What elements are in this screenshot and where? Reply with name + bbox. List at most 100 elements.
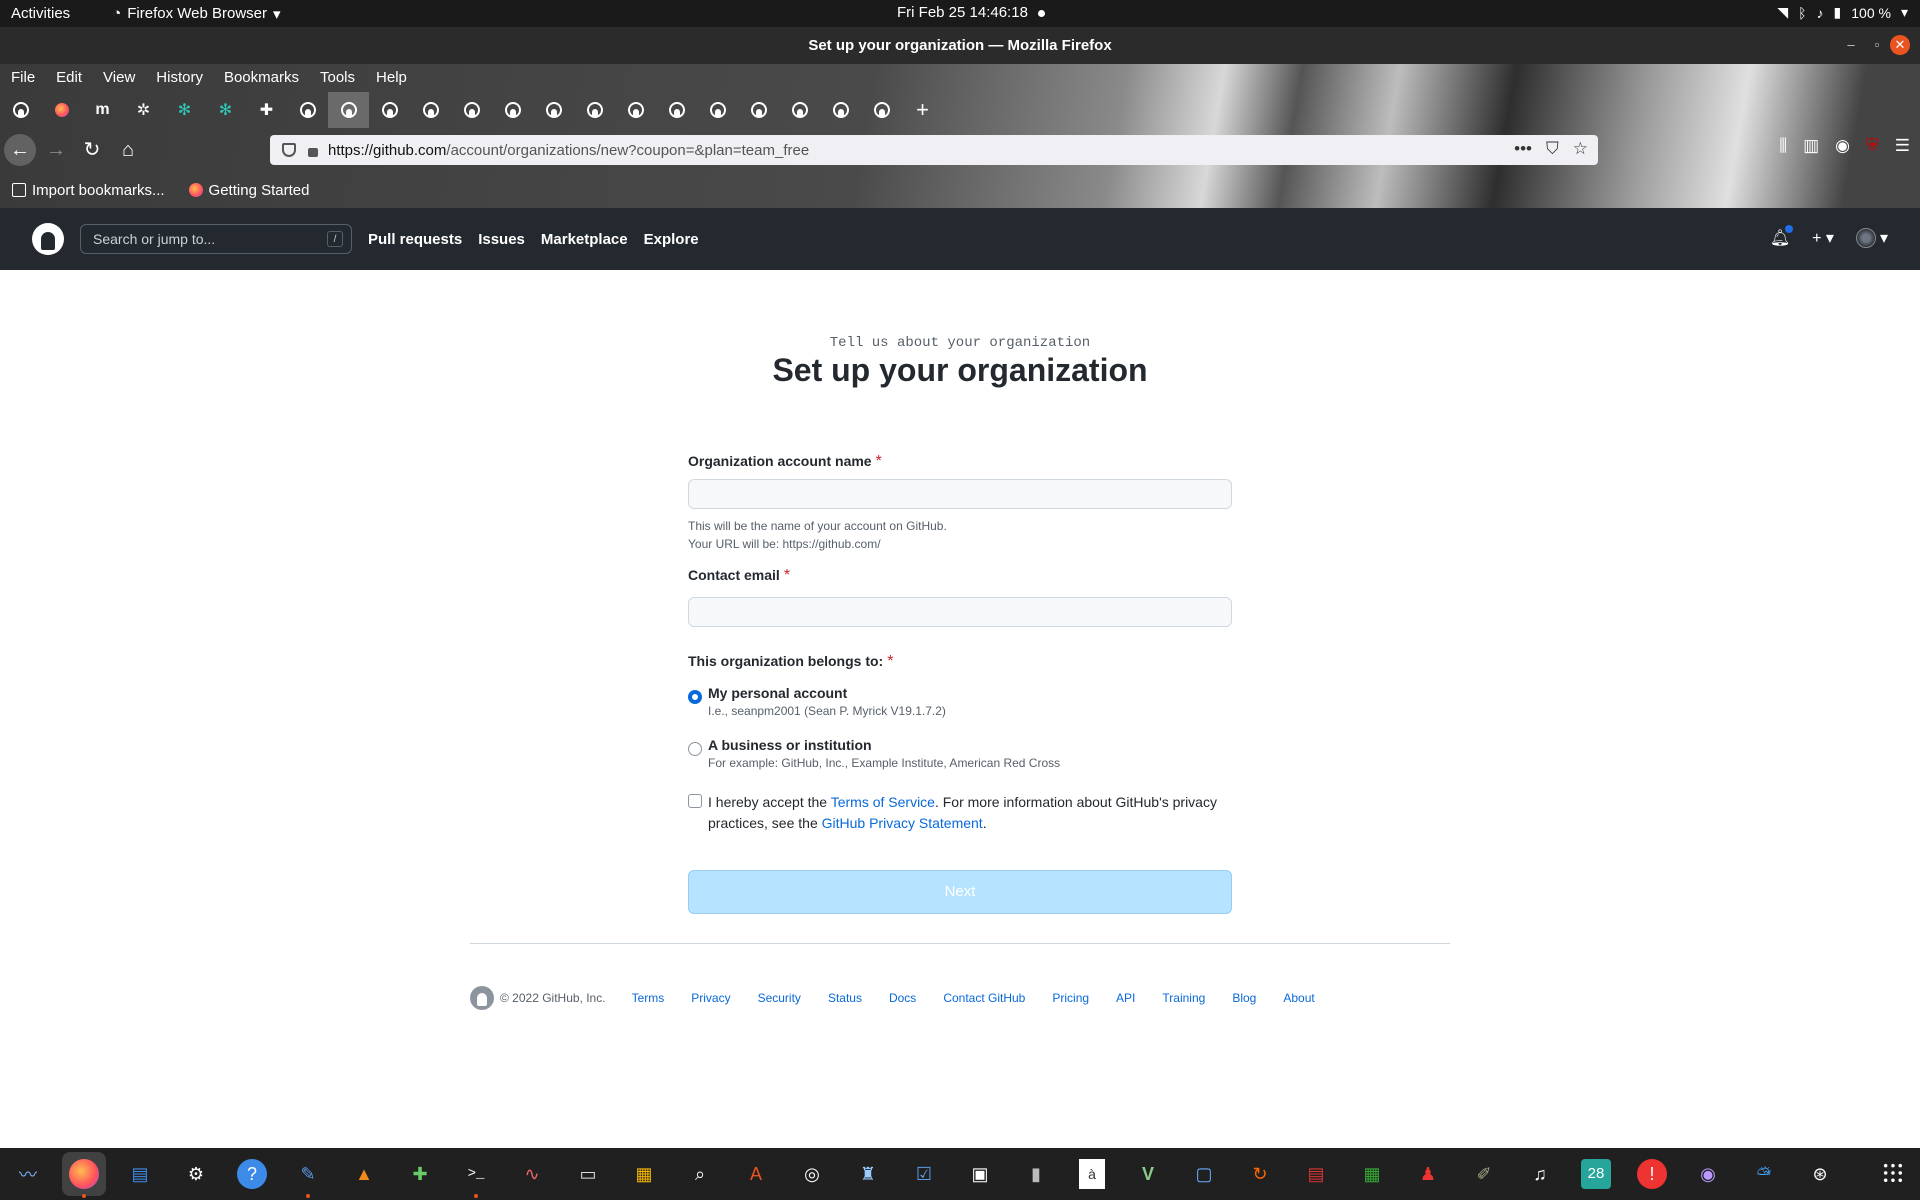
nav-issues[interactable]: Issues xyxy=(478,231,525,248)
url-text[interactable]: https://github.com/account/organizations… xyxy=(328,142,809,159)
menu-file[interactable]: File xyxy=(11,69,35,86)
tab[interactable] xyxy=(574,92,615,128)
tab[interactable] xyxy=(41,92,82,128)
back-button[interactable]: ← xyxy=(4,134,36,166)
tab[interactable] xyxy=(0,92,41,128)
url-bar[interactable]: https://github.com/account/organizations… xyxy=(270,135,1598,165)
dock-updater[interactable]: ↻ xyxy=(1238,1152,1282,1196)
menu-bookmarks[interactable]: Bookmarks xyxy=(224,69,299,86)
tab[interactable] xyxy=(533,92,574,128)
dock-music[interactable]: ♫ xyxy=(1518,1152,1562,1196)
dock-spreadsheet[interactable]: ▦ xyxy=(1350,1152,1394,1196)
nav-pull-requests[interactable]: Pull requests xyxy=(368,231,462,248)
dock-vlc[interactable]: ▲ xyxy=(342,1152,386,1196)
menu-history[interactable]: History xyxy=(156,69,203,86)
dock-vim[interactable]: V xyxy=(1126,1152,1170,1196)
notifications-bell-icon[interactable]: 🔔︎ xyxy=(1770,225,1794,248)
dock-inkscape[interactable]: ♜ xyxy=(846,1152,890,1196)
close-icon[interactable]: ✕ xyxy=(1890,35,1910,55)
footer-link-about[interactable]: About xyxy=(1283,991,1314,1005)
star-icon[interactable]: ☆ xyxy=(1573,139,1588,159)
terms-of-service-link[interactable]: Terms of Service xyxy=(831,794,935,810)
tab[interactable]: ✲ xyxy=(123,92,164,128)
new-tab-button[interactable]: + xyxy=(902,92,943,128)
tab[interactable] xyxy=(369,92,410,128)
dock-puzzle[interactable]: ✚ xyxy=(398,1152,442,1196)
dock-settings[interactable]: ⚙ xyxy=(174,1152,218,1196)
github-logo-icon[interactable] xyxy=(470,986,494,1010)
home-button[interactable]: ⌂ xyxy=(112,134,144,166)
tab[interactable]: ✻ xyxy=(164,92,205,128)
activities-button[interactable]: Activities xyxy=(11,5,70,22)
dock-terminal[interactable]: >_ xyxy=(454,1152,498,1198)
footer-link-status[interactable]: Status xyxy=(828,991,862,1005)
github-logo-icon[interactable] xyxy=(32,223,64,255)
dock-mario[interactable]: ♟ xyxy=(1406,1152,1450,1196)
dock-launcher[interactable]: ⊛ xyxy=(1798,1152,1842,1196)
dock-text-editor[interactable]: ✎ xyxy=(286,1152,330,1198)
dock-calendar[interactable]: 28 xyxy=(1574,1152,1618,1196)
footer-link-privacy[interactable]: Privacy xyxy=(691,991,730,1005)
footer-link-blog[interactable]: Blog xyxy=(1232,991,1256,1005)
dock-system-monitor[interactable]: 〰 xyxy=(6,1152,50,1196)
tab[interactable] xyxy=(820,92,861,128)
dock-weather[interactable]: ⛅︎ xyxy=(1742,1152,1786,1196)
bookmark-getting-started[interactable]: Getting Started xyxy=(188,182,309,199)
dock-archive[interactable]: ▮ xyxy=(1014,1152,1058,1196)
dock-help[interactable]: ? xyxy=(230,1152,274,1196)
footer-link-api[interactable]: API xyxy=(1116,991,1135,1005)
privacy-statement-link[interactable]: GitHub Privacy Statement xyxy=(822,815,983,831)
tab[interactable]: ✚ xyxy=(246,92,287,128)
tab[interactable] xyxy=(779,92,820,128)
footer-link-training[interactable]: Training xyxy=(1162,991,1205,1005)
tab[interactable] xyxy=(287,92,328,128)
dock-screenshot[interactable]: ▣ xyxy=(958,1152,1002,1196)
footer-link-security[interactable]: Security xyxy=(758,991,801,1005)
bookmark-import[interactable]: Import bookmarks... xyxy=(12,182,165,199)
nav-marketplace[interactable]: Marketplace xyxy=(541,231,628,248)
more-actions-icon[interactable]: ••• xyxy=(1514,139,1532,159)
footer-link-contact[interactable]: Contact GitHub xyxy=(943,991,1025,1005)
minimize-icon[interactable]: – xyxy=(1842,36,1860,54)
app-menu[interactable]: ◔ Firefox Web Browser ▾ xyxy=(112,5,280,23)
account-icon[interactable]: ◉ xyxy=(1835,136,1850,156)
lock-icon[interactable] xyxy=(308,147,318,157)
dock-todo[interactable]: ☑ xyxy=(902,1152,946,1196)
org-name-input[interactable] xyxy=(688,479,1232,509)
tab[interactable] xyxy=(738,92,779,128)
sidebar-icon[interactable]: ▥ xyxy=(1803,136,1819,156)
hamburger-menu-icon[interactable]: ☰ xyxy=(1895,136,1910,156)
pocket-icon[interactable]: ⛉ xyxy=(1546,139,1559,159)
dock-firefox[interactable] xyxy=(62,1152,106,1198)
menu-view[interactable]: View xyxy=(103,69,135,86)
forward-button[interactable]: → xyxy=(40,134,72,166)
tab[interactable]: m xyxy=(82,92,123,128)
system-tray[interactable]: ◥ ᛒ ♪ ▮ 100 % ▾ xyxy=(1777,4,1908,21)
tab-active[interactable] xyxy=(328,92,369,128)
footer-link-terms[interactable]: Terms xyxy=(632,991,665,1005)
user-menu-button[interactable]: ▾ xyxy=(1855,228,1888,248)
dock-remote[interactable]: ▢ xyxy=(1182,1152,1226,1196)
dock-camera[interactable]: ◉ xyxy=(1686,1152,1730,1196)
personal-account-radio[interactable] xyxy=(688,690,702,704)
reload-button[interactable]: ↻ xyxy=(76,134,108,166)
tab[interactable] xyxy=(861,92,902,128)
option-business[interactable]: A business or institution For example: G… xyxy=(688,737,1232,770)
search-input[interactable]: Search or jump to... / xyxy=(80,224,352,254)
menu-help[interactable]: Help xyxy=(376,69,407,86)
footer-link-docs[interactable]: Docs xyxy=(889,991,916,1005)
dock-software[interactable]: A xyxy=(734,1152,778,1196)
clock[interactable]: Fri Feb 25 14:46:18 xyxy=(897,4,1045,21)
tab[interactable] xyxy=(492,92,533,128)
dock-font[interactable]: à xyxy=(1070,1152,1114,1196)
show-applications-icon[interactable] xyxy=(1882,1162,1904,1184)
create-new-button[interactable]: + ▾ xyxy=(1812,228,1834,248)
dock-disk[interactable]: ◎ xyxy=(790,1152,834,1196)
option-personal[interactable]: My personal account I.e., seanpm2001 (Se… xyxy=(688,685,1232,718)
nav-explore[interactable]: Explore xyxy=(644,231,699,248)
ublock-icon[interactable]: ⛨ xyxy=(1866,136,1879,156)
dock-writer[interactable]: ▤ xyxy=(118,1152,162,1196)
next-button[interactable]: Next xyxy=(688,870,1232,914)
tab[interactable] xyxy=(410,92,451,128)
email-field[interactable] xyxy=(688,597,1232,627)
